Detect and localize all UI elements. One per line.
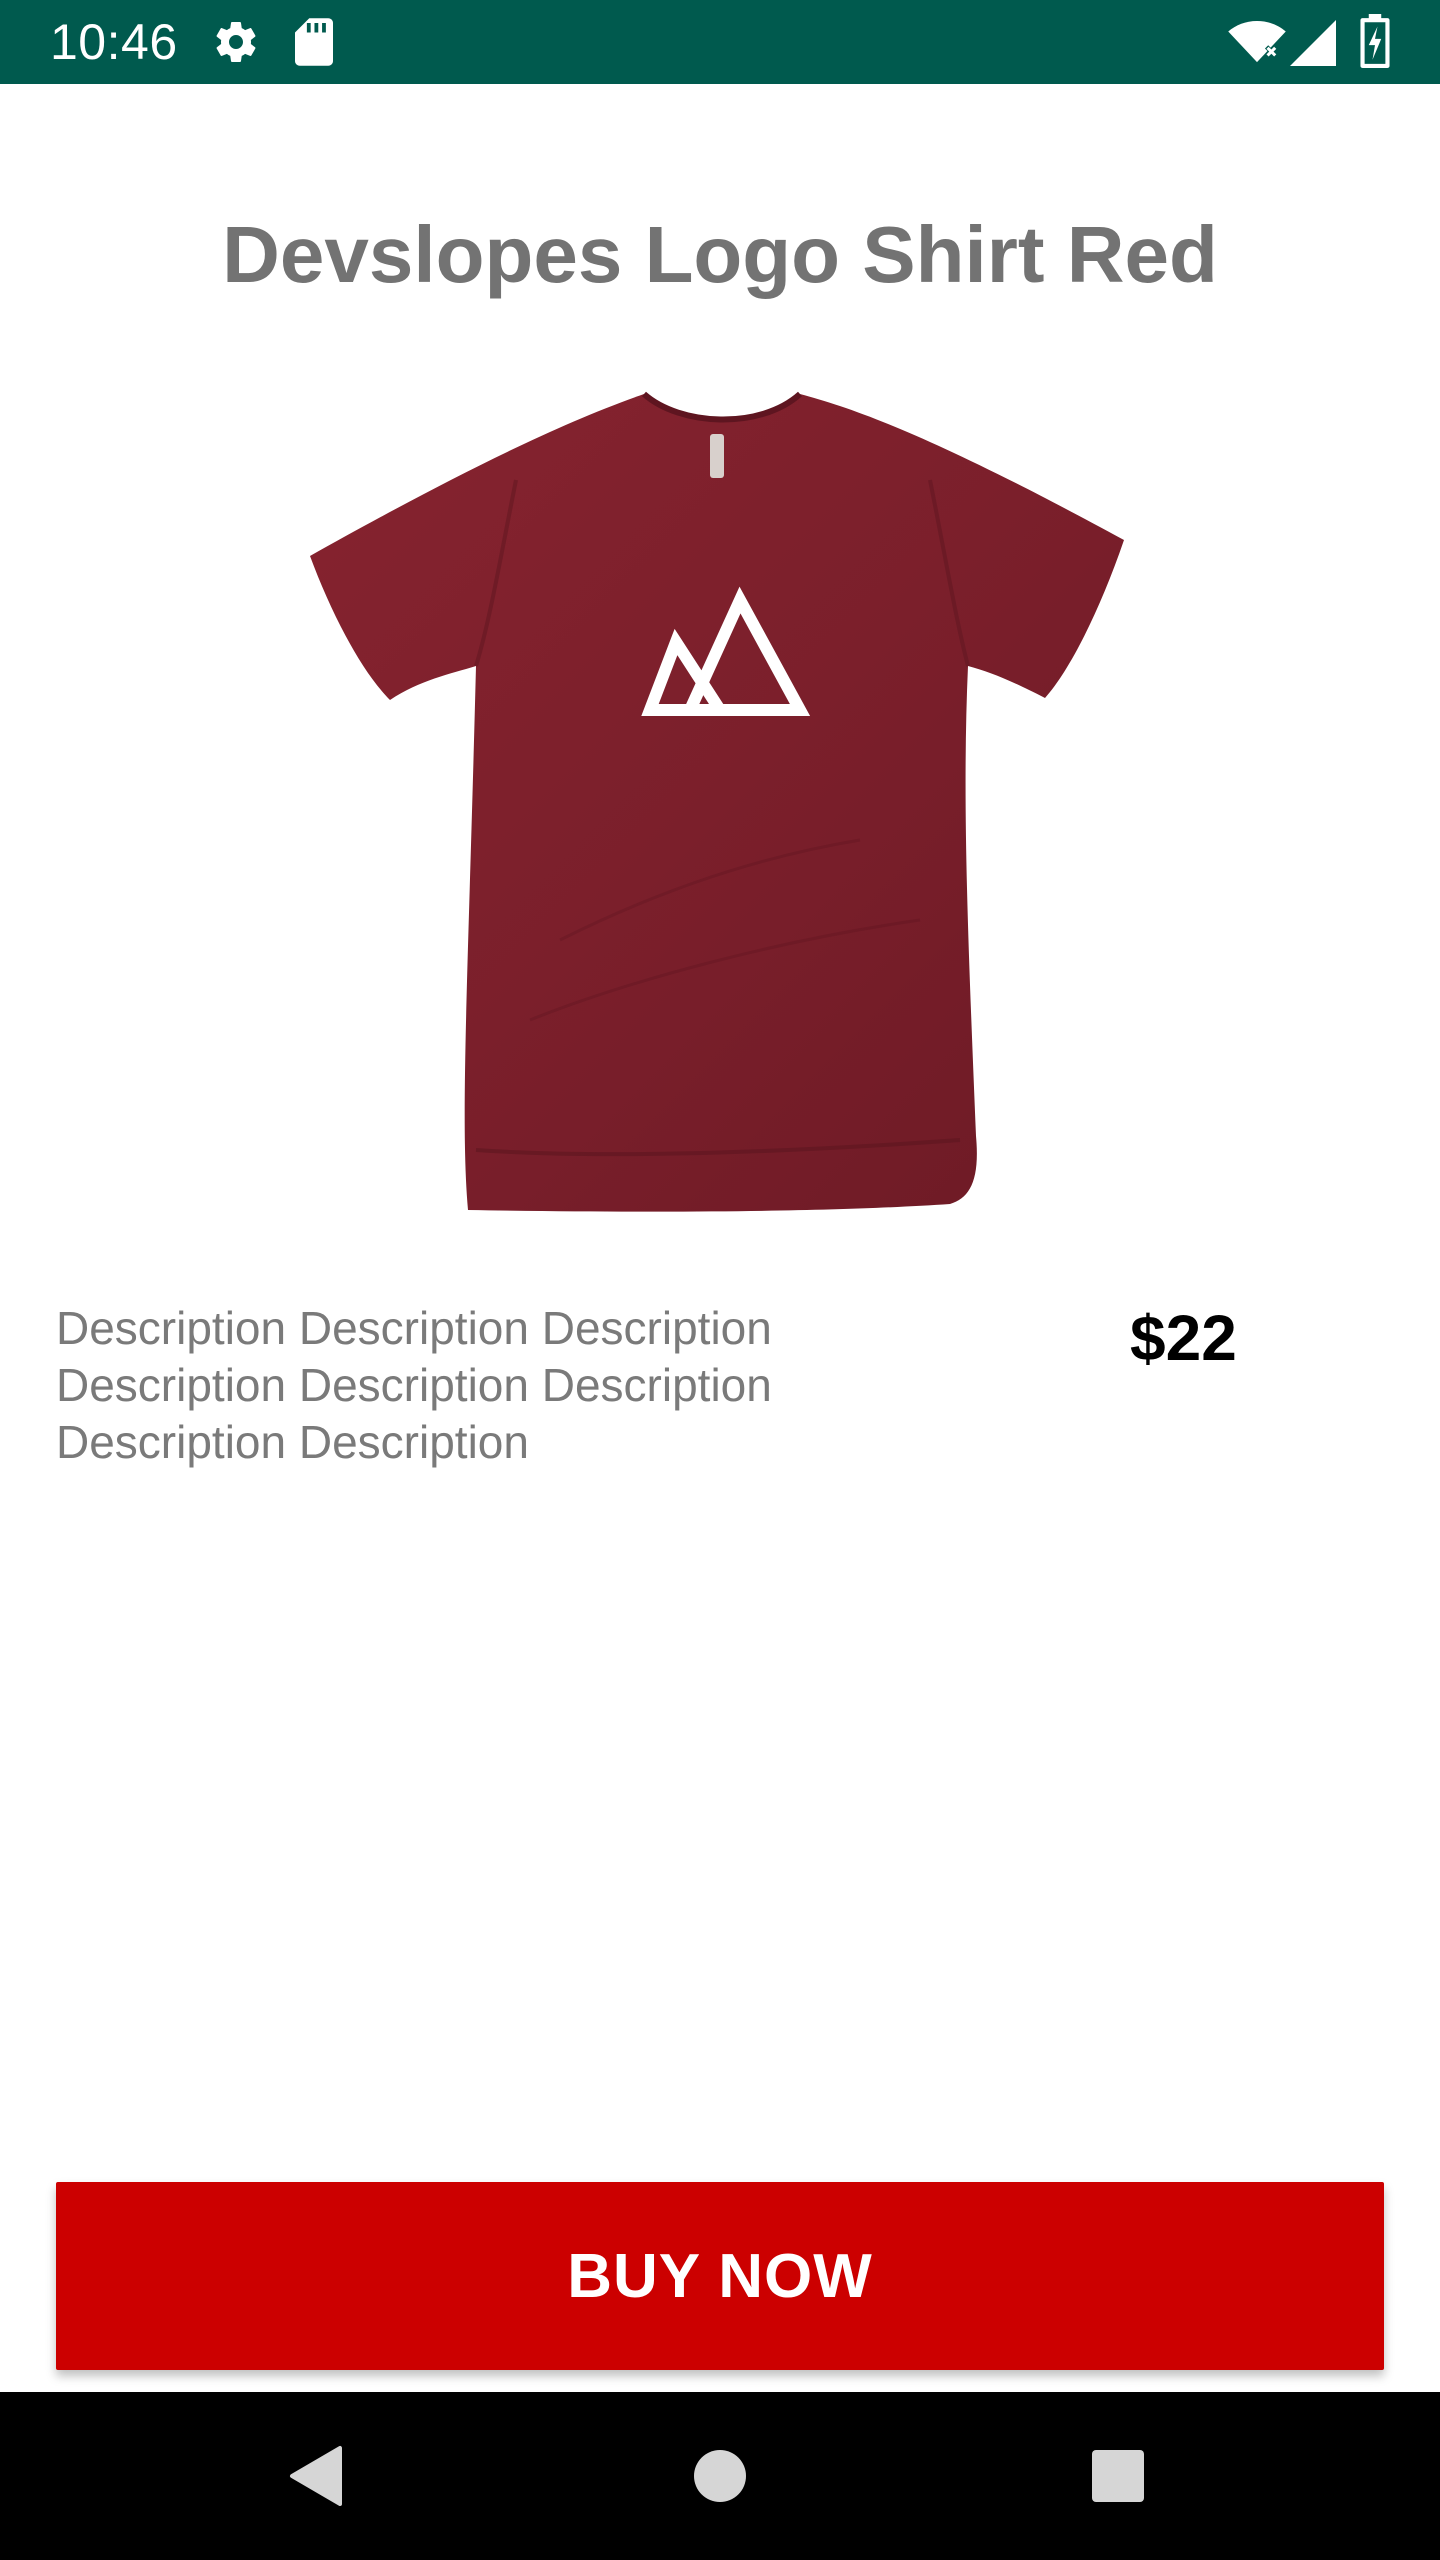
recents-icon[interactable]: [1076, 2434, 1160, 2518]
product-description: Description Description Description Desc…: [56, 1302, 772, 1468]
status-time: 10:46: [50, 14, 178, 70]
navigation-bar: [0, 2392, 1440, 2560]
shirt-body: [310, 394, 1124, 1212]
cell-signal-icon: [1290, 20, 1336, 66]
wifi-icon: [1228, 20, 1286, 63]
gear-icon: [216, 21, 256, 62]
battery-charging-icon: [1360, 14, 1390, 68]
product-image: [310, 391, 1124, 1212]
back-icon[interactable]: [278, 2434, 362, 2518]
sd-card-icon: [295, 18, 333, 66]
home-icon[interactable]: [678, 2434, 762, 2518]
buy-now-button[interactable]: BUY NOW: [56, 2182, 1384, 2370]
status-bar: 10:46: [0, 0, 1440, 84]
product-title: Devslopes Logo Shirt Red: [222, 210, 1218, 299]
shirt-tag: [710, 434, 724, 478]
product-price: $22: [1130, 1302, 1237, 1374]
